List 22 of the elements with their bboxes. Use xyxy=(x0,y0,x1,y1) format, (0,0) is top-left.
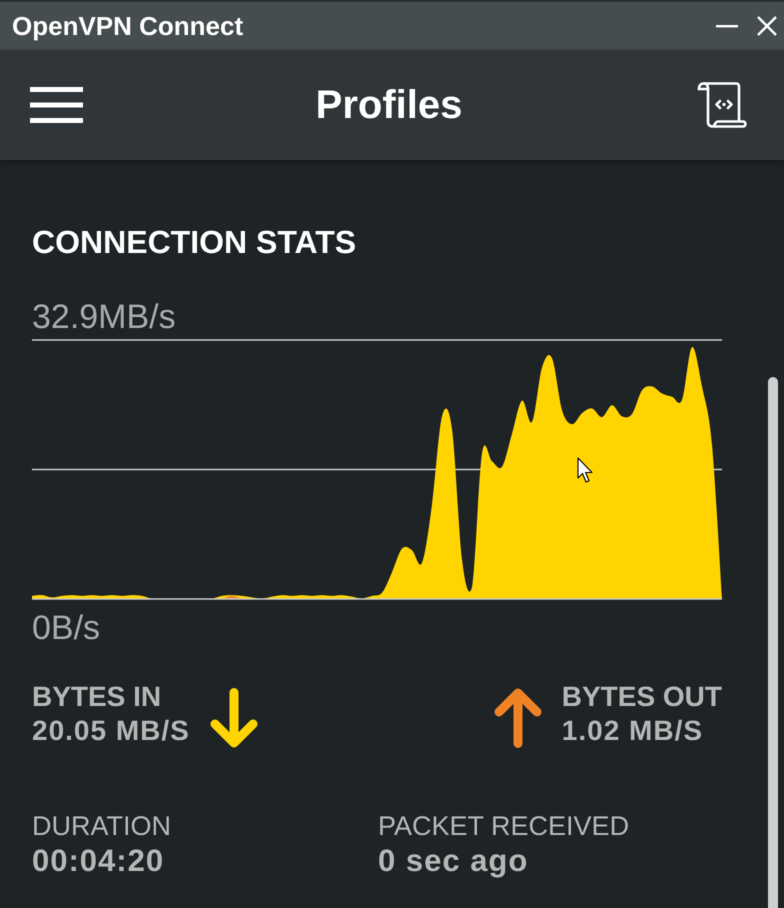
minimize-icon[interactable] xyxy=(716,24,738,28)
stat-label: BYTES OUT xyxy=(562,680,722,714)
section-heading: CONNECTION STATS xyxy=(32,226,358,258)
menu-icon[interactable] xyxy=(30,87,83,123)
stat-value: 20.05 MB/S xyxy=(32,714,190,748)
y-axis-label: 0B/s xyxy=(32,611,100,645)
stat-value: 1.02 MB/S xyxy=(562,714,704,748)
stat-value: 00:04:20 xyxy=(32,843,164,879)
stat-label: PACKET RECEIVED xyxy=(378,810,630,843)
stat-value: 0 sec ago xyxy=(378,843,528,879)
window-title: OpenVPN Connect xyxy=(12,11,244,41)
up-arrow-icon xyxy=(494,688,542,748)
scrollbar-thumb[interactable] xyxy=(768,377,778,908)
close-icon[interactable] xyxy=(757,16,777,36)
stat-label: BYTES IN xyxy=(32,680,162,714)
y-axis-label: 32.9MB/s xyxy=(32,300,176,334)
down-arrow-icon xyxy=(210,688,258,748)
mouse-pointer-icon xyxy=(577,457,594,484)
upload-traffic-area xyxy=(222,596,242,599)
stat-label: DURATION xyxy=(32,810,171,843)
page-title: Profiles xyxy=(316,82,462,128)
scroll-code-icon[interactable] xyxy=(696,82,748,128)
